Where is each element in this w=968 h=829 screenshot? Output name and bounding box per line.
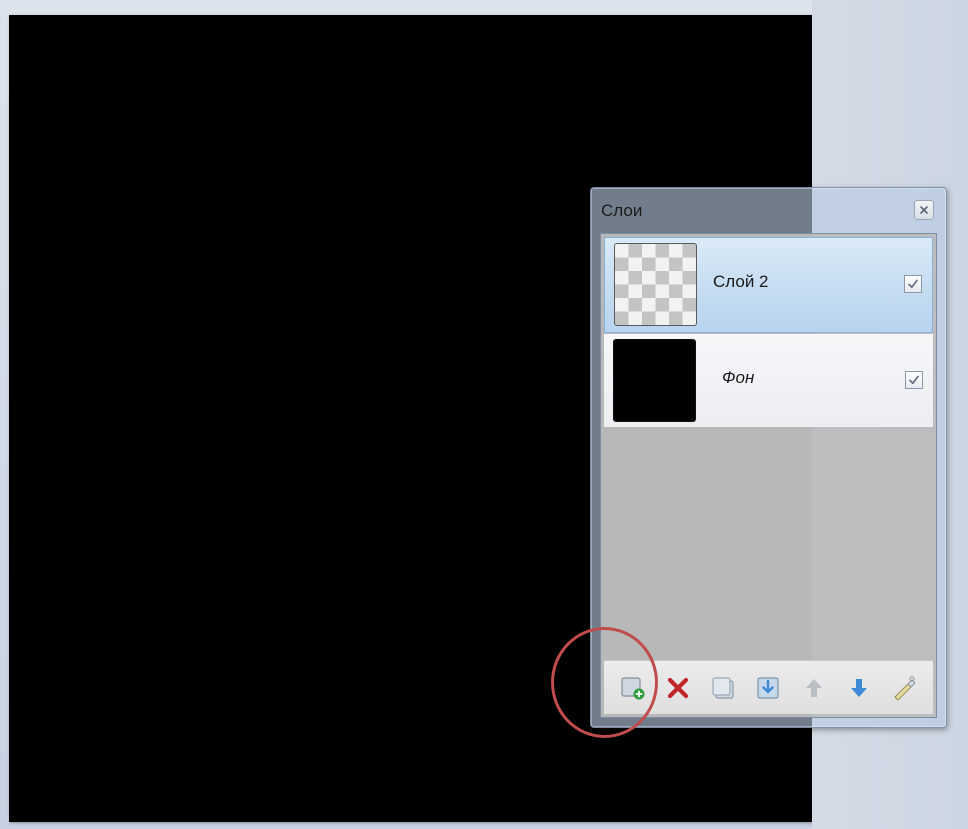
layer-item[interactable]: Слой 2 <box>604 237 933 333</box>
checkmark-icon <box>909 375 919 385</box>
layer-name: Слой 2 <box>713 272 769 291</box>
move-layer-up-button[interactable] <box>799 673 829 703</box>
workspace: Слои Слой 2 Фон <box>0 0 968 829</box>
layers-toolbar <box>604 660 933 714</box>
layers-title-bar[interactable]: Слои <box>591 188 946 232</box>
layer-visibility-checkbox[interactable] <box>905 371 923 389</box>
checkmark-icon <box>908 279 918 289</box>
delete-layer-button[interactable] <box>663 673 693 703</box>
layer-visibility-checkbox[interactable] <box>904 275 922 293</box>
arrow-down-icon <box>851 678 868 697</box>
layer-properties-button[interactable] <box>889 673 919 703</box>
duplicate-layer-button[interactable] <box>708 673 738 703</box>
delete-x-icon <box>667 677 689 698</box>
layer-list: Слой 2 Фон <box>604 237 933 427</box>
layer-thumbnail <box>613 339 696 422</box>
add-layer-icon <box>621 676 645 699</box>
duplicate-layer-icon <box>712 676 734 699</box>
layer-name: Фон <box>722 368 755 387</box>
close-icon <box>920 206 928 214</box>
merge-layer-down-button[interactable] <box>753 673 783 703</box>
add-layer-button[interactable] <box>618 673 648 703</box>
layers-panel: Слой 2 Фон <box>600 233 937 718</box>
layer-thumbnail <box>614 243 697 326</box>
layer-item[interactable]: Фон <box>604 334 933 427</box>
layers-window-title: Слои <box>601 201 643 220</box>
close-button[interactable] <box>914 200 934 220</box>
move-layer-down-button[interactable] <box>844 673 874 703</box>
layers-window[interactable]: Слои Слой 2 Фон <box>590 187 947 728</box>
merge-down-icon <box>757 676 780 699</box>
layer-properties-icon <box>894 676 917 701</box>
arrow-up-icon <box>805 678 822 697</box>
